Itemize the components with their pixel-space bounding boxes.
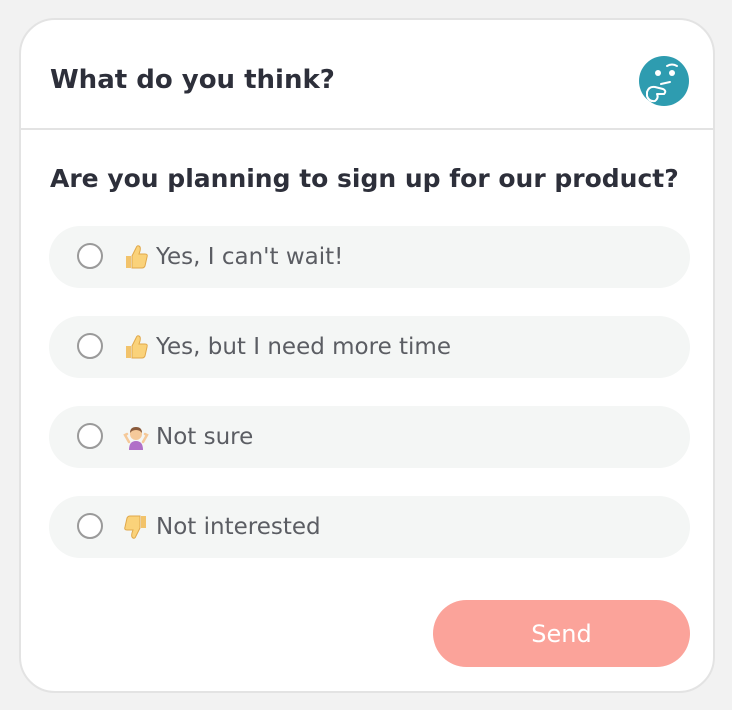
option-label: Yes, I can't wait! xyxy=(156,244,344,270)
thumbs-down-icon xyxy=(123,513,149,541)
option-label: Yes, but I need more time xyxy=(156,334,451,360)
survey-header: What do you think? xyxy=(21,20,713,130)
thinking-face-icon xyxy=(639,56,689,106)
thumbs-up-icon xyxy=(123,333,149,361)
thumbs-up-icon xyxy=(123,243,149,271)
option-yes-need-time[interactable]: Yes, but I need more time xyxy=(49,316,690,378)
send-button[interactable]: Send xyxy=(433,600,690,667)
answer-options: Yes, I can't wait! Yes, but I need more … xyxy=(49,226,690,586)
radio-button[interactable] xyxy=(77,243,103,269)
option-label: Not sure xyxy=(156,424,254,450)
option-yes-cant-wait[interactable]: Yes, I can't wait! xyxy=(49,226,690,288)
radio-button[interactable] xyxy=(77,423,103,449)
option-not-interested[interactable]: Not interested xyxy=(49,496,690,558)
option-label: Not interested xyxy=(156,514,321,540)
survey-question: Are you planning to sign up for our prod… xyxy=(50,164,679,193)
radio-button[interactable] xyxy=(77,333,103,359)
option-not-sure[interactable]: Not sure xyxy=(49,406,690,468)
survey-title: What do you think? xyxy=(50,65,335,95)
person-shrugging-icon xyxy=(123,423,149,451)
survey-card: What do you think? Are you planning to s… xyxy=(19,18,715,693)
radio-button[interactable] xyxy=(77,513,103,539)
